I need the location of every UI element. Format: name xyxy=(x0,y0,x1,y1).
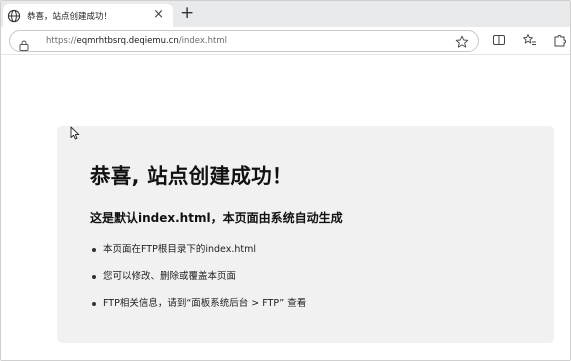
star-outline-icon[interactable] xyxy=(455,34,469,48)
tab-strip: 恭喜，站点创建成功！ × + xyxy=(1,1,570,27)
globe-icon xyxy=(7,9,21,23)
lock-icon[interactable] xyxy=(19,36,29,51)
address-bar[interactable]: https://eqmrhtbsrq.deqiemu.cn/index.html xyxy=(9,30,479,52)
url-path: /index.html xyxy=(178,36,227,46)
page-content: 恭喜, 站点创建成功！ 这是默认index.html，本页面由系统自动生成 本页… xyxy=(1,56,570,360)
browser-toolbar: https://eqmrhtbsrq.deqiemu.cn/index.html xyxy=(1,27,570,55)
close-tab-icon[interactable]: × xyxy=(153,7,164,23)
extensions-icon[interactable] xyxy=(553,32,569,48)
page-title: 恭喜, 站点创建成功！ xyxy=(90,164,293,188)
page-subtitle: 这是默认index.html，本页面由系统自动生成 xyxy=(90,211,343,225)
success-card: 恭喜, 站点创建成功！ 这是默认index.html，本页面由系统自动生成 本页… xyxy=(57,126,554,343)
favorites-icon[interactable] xyxy=(521,32,537,48)
url-host: eqmrhtbsrq.deqiemu.cn xyxy=(76,36,179,46)
list-item: FTP相关信息，请到“面板系统后台 > FTP” 查看 xyxy=(90,297,306,324)
mouse-cursor-icon xyxy=(70,125,80,140)
info-list: 本页面在FTP根目录下的index.html 您可以修改、删除或覆盖本页面 FT… xyxy=(90,243,306,324)
browser-tab[interactable]: 恭喜，站点创建成功！ × xyxy=(3,4,173,27)
browser-window: 恭喜，站点创建成功！ × + https://eqmrhtbsrq.deqiem… xyxy=(0,0,571,361)
list-item: 您可以修改、删除或覆盖本页面 xyxy=(90,270,306,297)
reading-view-icon[interactable] xyxy=(491,32,507,48)
new-tab-button[interactable]: + xyxy=(180,4,194,22)
list-item: 本页面在FTP根目录下的index.html xyxy=(90,243,306,270)
tab-title: 恭喜，站点创建成功！ xyxy=(27,11,113,22)
url-text[interactable]: https://eqmrhtbsrq.deqiemu.cn/index.html xyxy=(46,35,227,48)
url-scheme: https:// xyxy=(46,36,77,46)
